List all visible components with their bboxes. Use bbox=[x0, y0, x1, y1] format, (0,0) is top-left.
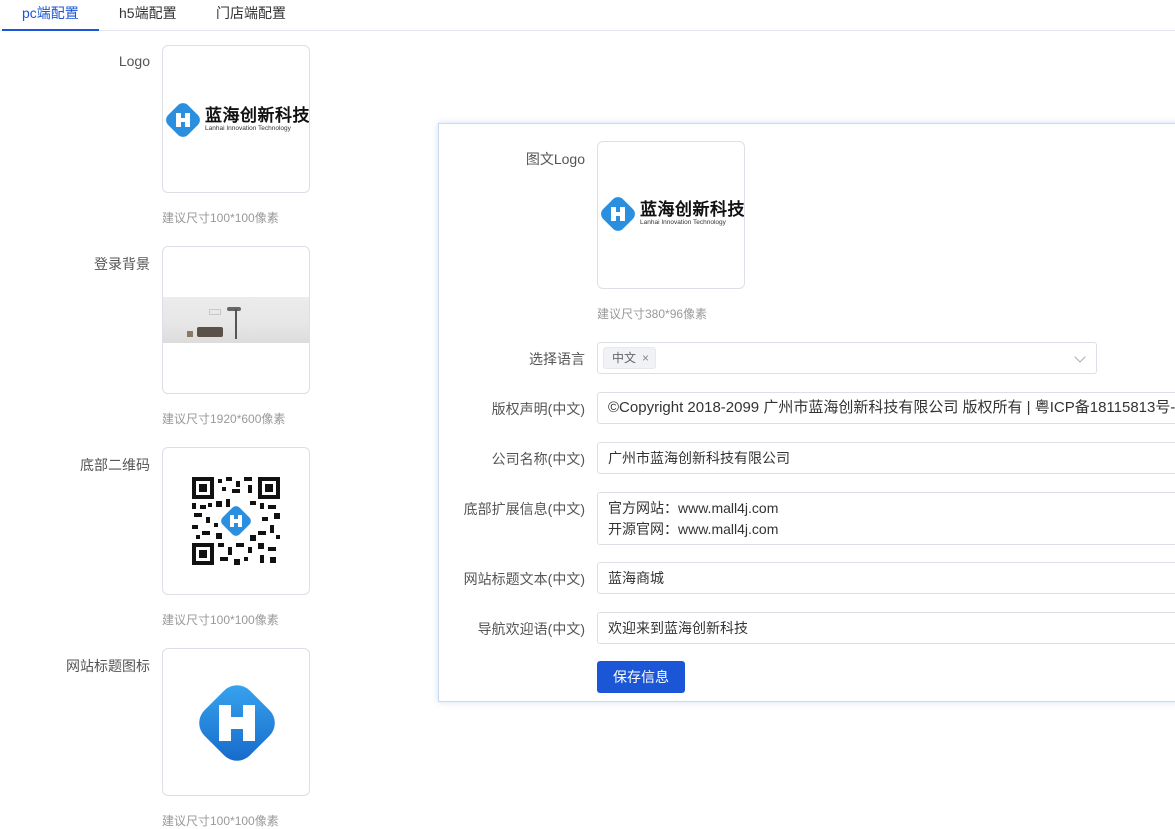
footer-qr-upload[interactable] bbox=[162, 447, 310, 595]
logo-size-hint: 建议尺寸100*100像素 bbox=[162, 211, 279, 225]
lamp-pole-shape bbox=[235, 309, 237, 339]
brand-sub-text: Lanhai Innovation Technology bbox=[640, 219, 726, 226]
company-name-label: 公司名称(中文) bbox=[491, 451, 585, 467]
image-logo-label: 图文Logo bbox=[525, 151, 585, 167]
tab-store-config[interactable]: 门店端配置 bbox=[216, 3, 286, 23]
footer-ext-textarea[interactable]: 官方网站：www.mall4j.com 开源官网：www.mall4j.com bbox=[597, 492, 1175, 545]
image-logo-upload[interactable]: 蓝海创新科技 Lanhai Innovation Technology bbox=[597, 141, 745, 289]
brand-sub-text: Lanhai Innovation Technology bbox=[205, 125, 291, 132]
language-label: 选择语言 bbox=[529, 351, 585, 367]
login-bg-upload[interactable] bbox=[162, 246, 310, 394]
brand-icon bbox=[601, 197, 635, 231]
footer-qr-size-hint: 建议尺寸100*100像素 bbox=[162, 613, 279, 627]
login-bg-image bbox=[163, 297, 309, 343]
language-tag-text: 中文 bbox=[612, 351, 637, 365]
brand-logo-image: 蓝海创新科技 Lanhai Innovation Technology bbox=[163, 100, 310, 140]
welcome-label: 导航欢迎语(中文) bbox=[477, 621, 585, 637]
brand-icon bbox=[166, 103, 200, 137]
image-logo-size-hint: 建议尺寸380*96像素 bbox=[597, 307, 708, 321]
save-button[interactable]: 保存信息 bbox=[597, 661, 685, 693]
brand-logo-image: 蓝海创新科技 Lanhai Innovation Technology bbox=[598, 194, 745, 234]
logo-upload[interactable]: 蓝海创新科技 Lanhai Innovation Technology bbox=[162, 45, 310, 193]
brand-name-text: 蓝海创新科技 bbox=[205, 106, 310, 125]
welcome-input[interactable]: 欢迎来到蓝海创新科技 bbox=[597, 612, 1175, 644]
site-icon-size-hint: 建议尺寸100*100像素 bbox=[162, 814, 279, 828]
language-select[interactable]: 中文 × bbox=[597, 342, 1097, 374]
chevron-down-icon[interactable] bbox=[1074, 351, 1086, 363]
site-icon-upload[interactable] bbox=[162, 648, 310, 796]
company-name-input[interactable]: 广州市蓝海创新科技有限公司 bbox=[597, 442, 1175, 474]
footer-qr-label: 底部二维码 bbox=[80, 457, 150, 473]
site-icon-label: 网站标题图标 bbox=[66, 658, 150, 674]
qr-code-image bbox=[192, 477, 280, 565]
language-tag: 中文 × bbox=[603, 347, 657, 369]
wall-frame-shape bbox=[209, 309, 221, 315]
i18n-config-panel: 图文Logo 蓝海创新科技 Lanhai Innovation Technolo… bbox=[438, 123, 1175, 702]
site-title-input[interactable]: 蓝海商城 bbox=[597, 562, 1175, 594]
side-table-shape bbox=[187, 331, 193, 337]
active-tab-indicator bbox=[2, 29, 99, 31]
lamp-shade-shape bbox=[227, 307, 241, 311]
copyright-label: 版权声明(中文) bbox=[491, 401, 585, 417]
login-bg-size-hint: 建议尺寸1920*600像素 bbox=[162, 412, 286, 426]
close-icon[interactable]: × bbox=[642, 348, 649, 368]
sofa-shape bbox=[197, 327, 223, 337]
tab-h5-config[interactable]: h5端配置 bbox=[119, 3, 177, 23]
login-bg-label: 登录背景 bbox=[94, 256, 150, 272]
copyright-input[interactable]: ©Copyright 2018-2099 广州市蓝海创新科技有限公司 版权所有 … bbox=[597, 392, 1175, 424]
brand-name-text: 蓝海创新科技 bbox=[640, 200, 745, 219]
logo-label: Logo bbox=[118, 53, 150, 69]
footer-ext-line-1: 官方网站：www.mall4j.com bbox=[608, 500, 779, 516]
config-tabs: pc端配置 h5端配置 门店端配置 bbox=[0, 0, 1175, 31]
tab-pc-config[interactable]: pc端配置 bbox=[22, 3, 79, 23]
site-title-label: 网站标题文本(中文) bbox=[463, 571, 585, 587]
footer-ext-label: 底部扩展信息(中文) bbox=[463, 501, 585, 517]
footer-ext-line-2: 开源官网：www.mall4j.com bbox=[608, 521, 779, 537]
site-title-icon bbox=[199, 685, 275, 761]
